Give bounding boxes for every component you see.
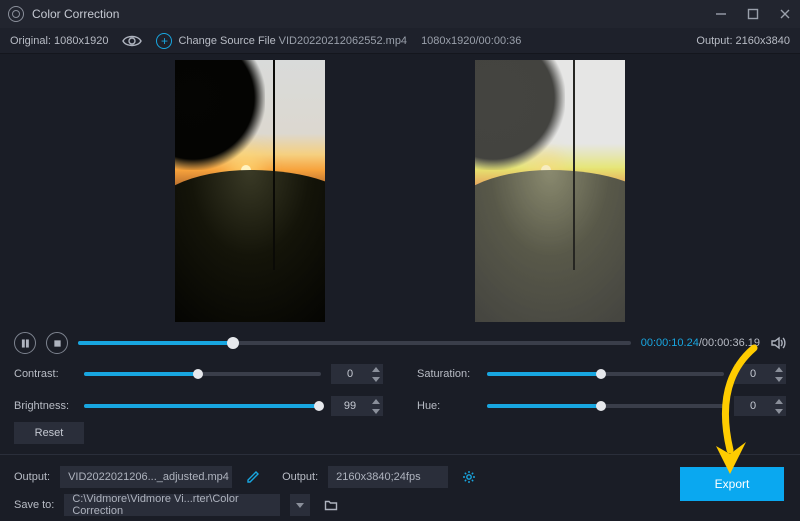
original-resolution-label: Original: 1080x1920 xyxy=(10,35,108,47)
title-bar: Color Correction xyxy=(0,0,800,28)
playback-bar: 00:00:10.24/00:00:36.19 xyxy=(0,326,800,360)
original-preview xyxy=(175,60,325,322)
chevron-up-icon[interactable] xyxy=(772,364,786,374)
chevron-up-icon[interactable] xyxy=(772,396,786,406)
playback-time: 00:00:10.24/00:00:36.19 xyxy=(641,337,760,349)
contrast-label: Contrast: xyxy=(14,368,74,380)
reset-button[interactable]: Reset xyxy=(14,422,84,444)
adjusted-preview xyxy=(475,60,625,322)
preview-toggle-icon[interactable] xyxy=(122,34,142,48)
minimize-button[interactable] xyxy=(714,7,728,21)
timeline-slider[interactable] xyxy=(78,341,631,345)
hue-slider[interactable] xyxy=(487,404,724,408)
change-source-button[interactable]: + Change Source File xyxy=(156,33,275,49)
hue-label: Hue: xyxy=(417,400,477,412)
output-filename-label: Output: xyxy=(14,471,50,483)
brightness-stepper[interactable]: 99 xyxy=(331,396,383,416)
plus-circle-icon: + xyxy=(156,33,172,49)
save-path-field: C:\Vidmore\Vidmore Vi...rter\Color Corre… xyxy=(64,494,280,516)
timeline-knob[interactable] xyxy=(227,337,239,349)
chevron-down-icon[interactable] xyxy=(369,406,383,416)
hue-stepper[interactable]: 0 xyxy=(734,396,786,416)
hue-control: Hue: 0 xyxy=(417,396,786,416)
window-title: Color Correction xyxy=(32,7,119,21)
change-source-label: Change Source File xyxy=(178,35,275,47)
close-button[interactable] xyxy=(778,7,792,21)
saturation-stepper[interactable]: 0 xyxy=(734,364,786,384)
chevron-down-icon[interactable] xyxy=(369,374,383,384)
contrast-slider[interactable] xyxy=(84,372,321,376)
volume-icon[interactable] xyxy=(770,335,786,351)
settings-gear-icon[interactable] xyxy=(458,466,480,488)
chevron-down-icon[interactable] xyxy=(772,374,786,384)
color-controls: Contrast: 0 Saturation: 0 Brightness: 99… xyxy=(0,360,800,422)
contrast-stepper[interactable]: 0 xyxy=(331,364,383,384)
output-resolution-label: Output: 2160x3840 xyxy=(696,35,790,47)
save-path-dropdown[interactable] xyxy=(290,494,310,516)
export-button[interactable]: Export xyxy=(680,467,784,501)
chevron-down-icon[interactable] xyxy=(772,406,786,416)
saturation-control: Saturation: 0 xyxy=(417,364,786,384)
maximize-button[interactable] xyxy=(746,7,760,21)
output-format-field: 2160x3840;24fps xyxy=(328,466,448,488)
source-resolution-duration: 1080x1920/00:00:36 xyxy=(421,35,521,47)
brightness-label: Brightness: xyxy=(14,400,74,412)
save-to-label: Save to: xyxy=(14,499,54,511)
brightness-control: Brightness: 99 xyxy=(14,396,383,416)
saturation-label: Saturation: xyxy=(417,368,477,380)
app-logo-icon xyxy=(8,6,24,22)
output-filename-field: VID2022021206..._adjusted.mp4 xyxy=(60,466,232,488)
chevron-up-icon[interactable] xyxy=(369,396,383,406)
timeline-progress xyxy=(78,341,233,345)
saturation-slider[interactable] xyxy=(487,372,724,376)
edit-filename-icon[interactable] xyxy=(242,466,264,488)
contrast-control: Contrast: 0 xyxy=(14,364,383,384)
open-folder-icon[interactable] xyxy=(320,494,342,516)
stop-button[interactable] xyxy=(46,332,68,354)
pause-button[interactable] xyxy=(14,332,36,354)
chevron-up-icon[interactable] xyxy=(369,364,383,374)
info-bar: Original: 1080x1920 + Change Source File… xyxy=(0,28,800,54)
preview-area xyxy=(0,54,800,326)
output-format-label: Output: xyxy=(282,471,318,483)
brightness-slider[interactable] xyxy=(84,404,321,408)
divider xyxy=(0,454,800,455)
source-filename: VID20220212062552.mp4 xyxy=(279,35,407,47)
